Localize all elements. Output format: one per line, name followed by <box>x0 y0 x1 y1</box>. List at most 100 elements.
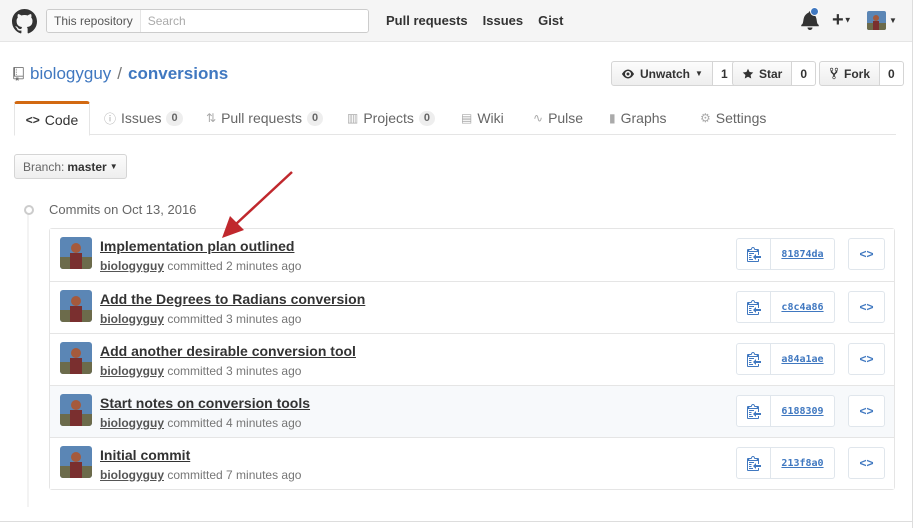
commit-sha-link[interactable]: 213f8a0 <box>771 447 835 479</box>
commit-sha-link[interactable]: 6188309 <box>771 395 835 427</box>
commit-title-link[interactable]: Initial commit <box>100 447 190 463</box>
tab-wiki-label: Wiki <box>477 110 504 126</box>
commit-title-link[interactable]: Implementation plan outlined <box>100 238 294 254</box>
repo-name-link[interactable]: conversions <box>128 64 228 84</box>
clippy-icon <box>746 456 761 471</box>
pulse-icon: ∿ <box>533 111 544 125</box>
github-logo-icon[interactable] <box>12 9 37 34</box>
browse-repo-button[interactable]: <> <box>848 343 885 375</box>
git-pull-request-icon: ⇅ <box>206 111 217 125</box>
tab-pull-requests[interactable]: ⇅ Pull requests 0 <box>206 101 324 135</box>
commit-author-link[interactable]: biologyguy <box>100 416 164 430</box>
commit-timeline <box>27 207 29 507</box>
commit-author-link[interactable]: biologyguy <box>100 468 164 482</box>
nav-gist[interactable]: Gist <box>538 13 563 28</box>
commit-author-link[interactable]: biologyguy <box>100 364 164 378</box>
project-icon: ▥ <box>347 111 359 125</box>
browse-repo-button[interactable]: <> <box>848 447 885 479</box>
browse-repo-button[interactable]: <> <box>848 291 885 323</box>
copy-sha-button[interactable] <box>736 291 771 323</box>
commit-title-link[interactable]: Add another desirable conversion tool <box>100 343 356 359</box>
tab-issues[interactable]: ⓘ Issues 0 <box>104 101 183 135</box>
sha-group: a84a1ae <box>736 343 835 375</box>
search-input[interactable] <box>140 10 368 32</box>
repo-icon <box>13 67 24 81</box>
graph-icon: ▮ <box>609 111 616 125</box>
tab-wiki[interactable]: ▤ Wiki <box>461 101 504 135</box>
unread-indicator <box>810 7 819 16</box>
commit-time: 3 minutes ago <box>226 364 302 378</box>
commit-meta: biologyguy committed 3 minutes ago <box>100 364 301 378</box>
commit-title-link[interactable]: Start notes on conversion tools <box>100 395 310 411</box>
commit-author-link[interactable]: biologyguy <box>100 312 164 326</box>
avatar[interactable] <box>60 394 92 426</box>
star-label: Star <box>759 66 783 81</box>
star-icon <box>742 68 754 78</box>
commit-group-title: Commits on Oct 13, 2016 <box>49 202 197 217</box>
clippy-icon <box>746 404 761 419</box>
chevron-down-icon: ▼ <box>695 69 703 78</box>
tab-settings-label: Settings <box>715 110 767 126</box>
fork-icon <box>829 67 839 80</box>
create-new-menu[interactable]: +▼ <box>832 10 852 31</box>
copy-sha-button[interactable] <box>736 343 771 375</box>
commit-row: Add another desirable conversion tool bi… <box>50 333 894 385</box>
clippy-icon <box>746 300 761 315</box>
avatar[interactable] <box>60 237 92 269</box>
repo-owner-link[interactable]: biologyguy <box>30 64 111 84</box>
commit-time: 2 minutes ago <box>226 259 302 273</box>
search-scope-label: This repository <box>47 10 141 32</box>
copy-sha-button[interactable] <box>736 238 771 270</box>
fork-label: Fork <box>844 66 871 81</box>
copy-sha-button[interactable] <box>736 395 771 427</box>
chevron-down-icon: ▼ <box>889 16 897 25</box>
site-header: This repository Pull requests Issues Gis… <box>0 0 912 42</box>
nav-issues[interactable]: Issues <box>483 13 523 28</box>
tab-settings[interactable]: ⚙ Settings <box>700 101 766 135</box>
tab-issues-label: Issues <box>121 110 162 126</box>
tab-graphs-label: Graphs <box>620 110 667 126</box>
unwatch-label: Unwatch <box>640 66 691 81</box>
browse-repo-button[interactable]: <> <box>848 238 885 270</box>
commit-meta: biologyguy committed 7 minutes ago <box>100 468 301 482</box>
sha-group: c8c4a86 <box>736 291 835 323</box>
sha-group: 81874da <box>736 238 835 270</box>
star-group: Star 0 <box>732 61 817 86</box>
tab-code[interactable]: <> Code <box>14 101 90 136</box>
avatar[interactable] <box>60 290 92 322</box>
commit-sha-link[interactable]: 81874da <box>771 238 835 270</box>
repo-nav: <> Code ⓘ Issues 0 ⇅ Pull requests 0 ▥ P… <box>14 101 896 136</box>
commit-sha-link[interactable]: a84a1ae <box>771 343 835 375</box>
commit-time: 7 minutes ago <box>226 468 302 482</box>
unwatch-button[interactable]: Unwatch ▼ <box>611 61 713 86</box>
fork-button[interactable]: Fork <box>819 61 881 86</box>
commit-sha-link[interactable]: c8c4a86 <box>771 291 835 323</box>
commit-verb: committed <box>167 416 223 430</box>
tab-graphs[interactable]: ▮ Graphs <box>609 101 667 135</box>
star-button[interactable]: Star <box>732 61 793 86</box>
watch-group: Unwatch ▼ 1 <box>611 61 737 86</box>
chevron-down-icon: ▼ <box>843 15 852 25</box>
avatar[interactable] <box>60 342 92 374</box>
header-nav: Pull requests Issues Gist <box>386 13 563 28</box>
gear-icon: ⚙ <box>700 111 711 125</box>
eye-icon <box>622 69 634 78</box>
forks-count[interactable]: 0 <box>880 61 904 86</box>
copy-sha-button[interactable] <box>736 447 771 479</box>
branch-select-button[interactable]: Branch: master ▼ <box>14 154 127 179</box>
user-menu[interactable]: ▼ <box>867 11 897 30</box>
avatar[interactable] <box>60 446 92 478</box>
commit-verb: committed <box>167 259 223 273</box>
branch-name: master <box>67 159 107 174</box>
stargazers-count[interactable]: 0 <box>792 61 817 86</box>
browse-repo-button[interactable]: <> <box>848 395 885 427</box>
commit-verb: committed <box>167 312 223 326</box>
book-icon: ▤ <box>461 111 473 125</box>
tab-projects[interactable]: ▥ Projects 0 <box>347 101 436 135</box>
nav-pull-requests[interactable]: Pull requests <box>386 13 468 28</box>
commit-author-link[interactable]: biologyguy <box>100 259 164 273</box>
tab-pulse[interactable]: ∿ Pulse <box>533 101 583 135</box>
clippy-icon <box>746 247 761 262</box>
commit-title-link[interactable]: Add the Degrees to Radians conversion <box>100 291 365 307</box>
code-icon: <> <box>25 112 40 127</box>
